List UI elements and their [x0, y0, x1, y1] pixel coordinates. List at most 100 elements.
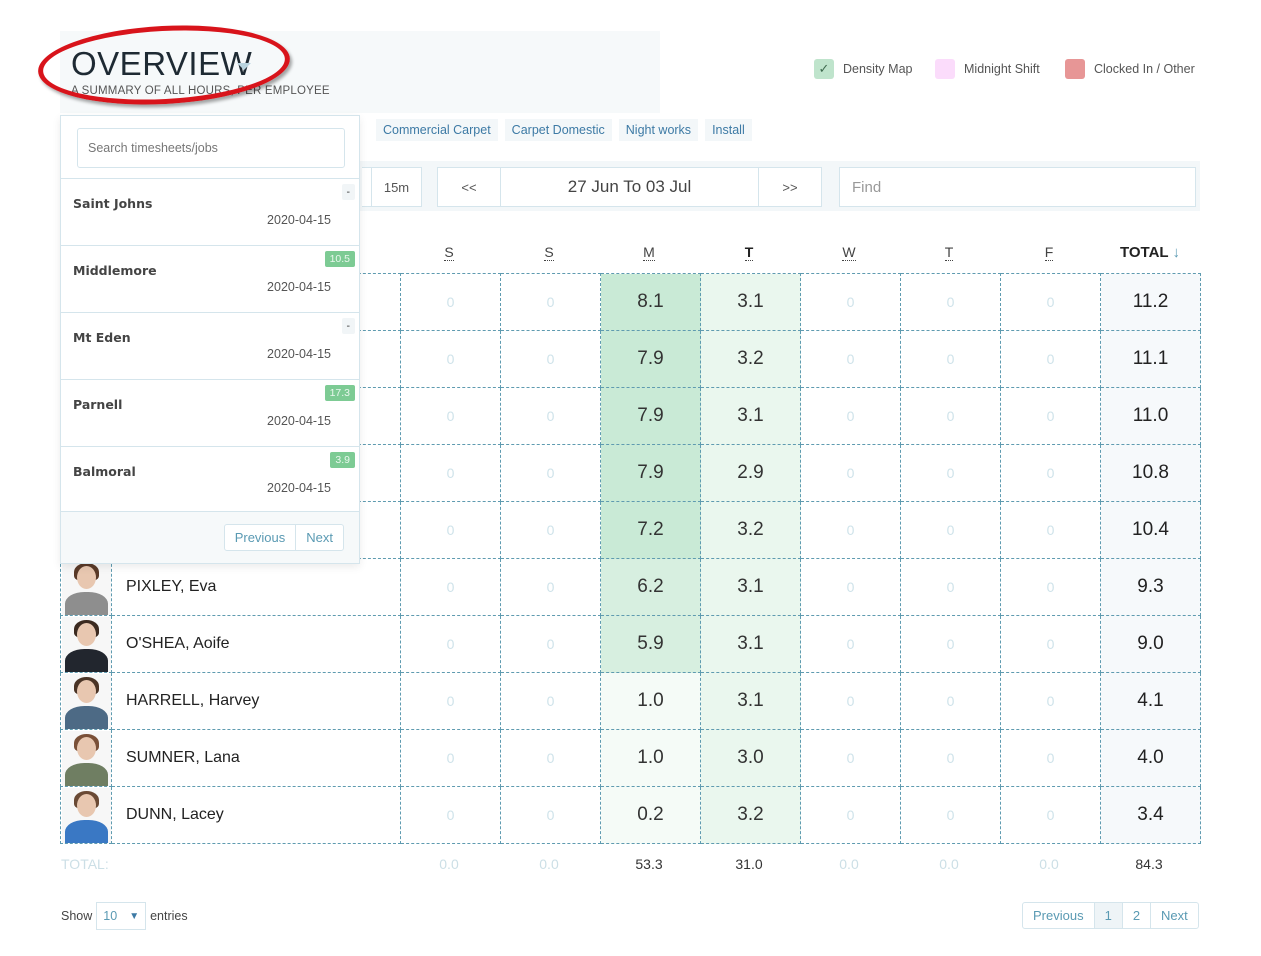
day-hours-cell[interactable]: 5.9 — [600, 615, 701, 673]
day-hours-cell[interactable]: 0 — [800, 330, 901, 388]
day-hours-cell[interactable]: 3.1 — [700, 672, 801, 730]
day-hours-cell[interactable]: 0 — [1000, 330, 1101, 388]
tag-carpet-domestic[interactable]: Carpet Domestic — [504, 119, 612, 141]
color-swatch-icon[interactable] — [1065, 59, 1085, 79]
day-hours-cell[interactable]: 0 — [900, 501, 1001, 559]
day-hours-cell[interactable]: 0 — [400, 501, 501, 559]
tag-night-works[interactable]: Night works — [618, 119, 699, 141]
day-header-sat[interactable]: S — [399, 244, 499, 261]
day-hours-cell[interactable]: 3.1 — [700, 387, 801, 445]
table-row[interactable]: PIXLEY, Eva 0 0 6.2 3.1 0 0 0 9.3 — [60, 558, 1201, 616]
job-list-item[interactable]: Mt Eden 2020-04-15- — [61, 312, 359, 379]
day-hours-cell[interactable]: 0 — [900, 615, 1001, 673]
day-hours-cell[interactable]: 3.2 — [700, 330, 801, 388]
day-hours-cell[interactable]: 0 — [500, 387, 601, 445]
day-hours-cell[interactable]: 7.9 — [600, 387, 701, 445]
job-list-item[interactable]: Middlemore 2020-04-15 10.5 — [61, 245, 359, 312]
find-input[interactable]: Find — [839, 167, 1196, 207]
day-hours-cell[interactable]: 0 — [500, 786, 601, 844]
table-row[interactable]: HARRELL, Harvey 0 0 1.0 3.1 0 0 0 4.1 — [60, 672, 1201, 730]
sort-arrow-icon[interactable]: ↓ — [1173, 244, 1181, 261]
day-hours-cell[interactable]: 0 — [900, 387, 1001, 445]
day-hours-cell[interactable]: 0 — [1000, 615, 1101, 673]
day-hours-cell[interactable]: 0 — [800, 615, 901, 673]
day-hours-cell[interactable]: 0 — [800, 501, 901, 559]
day-hours-cell[interactable]: 0 — [900, 729, 1001, 787]
day-hours-cell[interactable]: 0 — [400, 558, 501, 616]
day-hours-cell[interactable]: 0 — [800, 273, 901, 331]
day-hours-cell[interactable]: 0 — [900, 273, 1001, 331]
day-hours-cell[interactable]: 0 — [500, 558, 601, 616]
check-icon[interactable]: ✓ — [814, 59, 834, 79]
dropdown-next-button[interactable]: Next — [296, 525, 343, 550]
day-hours-cell[interactable]: 7.2 — [600, 501, 701, 559]
day-hours-cell[interactable]: 0 — [400, 273, 501, 331]
job-list-item[interactable]: Balmoral 2020-04-15 3.9 — [61, 446, 359, 513]
day-hours-cell[interactable]: 0 — [400, 729, 501, 787]
table-row[interactable]: O'SHEA, Aoife 0 0 5.9 3.1 0 0 0 9.0 — [60, 615, 1201, 673]
caret-down-icon[interactable] — [237, 63, 251, 70]
pagination-page-1[interactable]: 1 — [1094, 903, 1123, 928]
day-hours-cell[interactable]: 0 — [800, 729, 901, 787]
total-header[interactable]: TOTAL ↓ — [1100, 244, 1200, 261]
day-hours-cell[interactable]: 0 — [900, 444, 1001, 502]
day-hours-cell[interactable]: 2.9 — [700, 444, 801, 502]
page-title[interactable]: OVERVIEW — [71, 45, 252, 83]
day-hours-cell[interactable]: 0 — [400, 672, 501, 730]
day-hours-cell[interactable]: 0 — [1000, 501, 1101, 559]
day-hours-cell[interactable]: 0 — [800, 786, 901, 844]
day-hours-cell[interactable]: 0 — [500, 330, 601, 388]
day-hours-cell[interactable]: 0 — [1000, 786, 1101, 844]
day-hours-cell[interactable]: 0 — [1000, 273, 1101, 331]
day-hours-cell[interactable]: 0 — [900, 330, 1001, 388]
day-header-fri[interactable]: F — [999, 244, 1099, 261]
day-hours-cell[interactable]: 0 — [800, 558, 901, 616]
day-hours-cell[interactable]: 3.0 — [700, 729, 801, 787]
day-hours-cell[interactable]: 0 — [500, 444, 601, 502]
employee-name[interactable]: SUMNER, Lana — [111, 729, 401, 787]
day-hours-cell[interactable]: 0 — [800, 672, 901, 730]
day-header-mon[interactable]: M — [599, 244, 699, 261]
tag-install[interactable]: Install — [705, 119, 752, 141]
table-row[interactable]: DUNN, Lacey 0 0 0.2 3.2 0 0 0 3.4 — [60, 786, 1201, 844]
day-hours-cell[interactable]: 0 — [500, 729, 601, 787]
day-hours-cell[interactable]: 0 — [400, 615, 501, 673]
day-hours-cell[interactable]: 7.9 — [600, 330, 701, 388]
day-hours-cell[interactable]: 0 — [400, 330, 501, 388]
day-hours-cell[interactable]: 0 — [1000, 444, 1101, 502]
day-hours-cell[interactable]: 3.1 — [700, 558, 801, 616]
pagination-next[interactable]: Next — [1151, 903, 1198, 928]
day-hours-cell[interactable]: 0 — [500, 615, 601, 673]
day-hours-cell[interactable]: 0 — [400, 387, 501, 445]
day-hours-cell[interactable]: 3.2 — [700, 786, 801, 844]
day-header-sun[interactable]: S — [499, 244, 599, 261]
day-hours-cell[interactable]: 3.1 — [700, 615, 801, 673]
day-hours-cell[interactable]: 0 — [400, 444, 501, 502]
job-list-item[interactable]: Saint Johns 2020-04-15- — [61, 178, 359, 245]
day-hours-cell[interactable]: 1.0 — [600, 672, 701, 730]
legend-midnight-shift[interactable]: Midnight Shift — [935, 59, 1040, 79]
next-week-button[interactable]: >> — [758, 167, 822, 207]
day-hours-cell[interactable]: 0 — [800, 444, 901, 502]
pagination-previous[interactable]: Previous — [1023, 903, 1095, 928]
table-row[interactable]: SUMNER, Lana 0 0 1.0 3.0 0 0 0 4.0 — [60, 729, 1201, 787]
day-hours-cell[interactable]: 0 — [500, 273, 601, 331]
day-hours-cell[interactable]: 0 — [900, 558, 1001, 616]
interval-15m-button[interactable]: 15m — [371, 167, 422, 207]
day-hours-cell[interactable]: 0 — [900, 672, 1001, 730]
day-hours-cell[interactable]: 0 — [500, 501, 601, 559]
day-hours-cell[interactable]: 0 — [500, 672, 601, 730]
search-timesheets-input[interactable]: Search timesheets/jobs — [77, 128, 345, 168]
day-hours-cell[interactable]: 0.2 — [600, 786, 701, 844]
employee-name[interactable]: DUNN, Lacey — [111, 786, 401, 844]
dropdown-previous-button[interactable]: Previous — [225, 525, 297, 550]
day-header-thu[interactable]: T — [899, 244, 999, 261]
day-hours-cell[interactable]: 0 — [800, 387, 901, 445]
tag-commercial-carpet[interactable]: Commercial Carpet — [376, 119, 498, 141]
date-range-display[interactable]: 27 Jun To 03 Jul — [500, 167, 759, 207]
employee-name[interactable]: O'SHEA, Aoife — [111, 615, 401, 673]
day-hours-cell[interactable]: 3.2 — [700, 501, 801, 559]
day-hours-cell[interactable]: 0 — [1000, 729, 1101, 787]
day-hours-cell[interactable]: 0 — [1000, 387, 1101, 445]
legend-density-map[interactable]: ✓ Density Map — [814, 59, 912, 79]
